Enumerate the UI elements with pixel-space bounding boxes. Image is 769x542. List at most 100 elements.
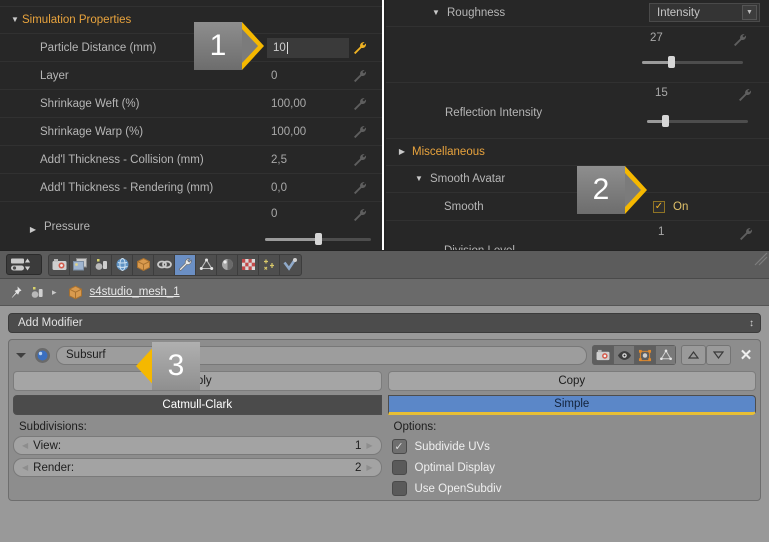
- slider-knob[interactable]: [315, 233, 322, 245]
- tab-modifiers[interactable]: [175, 254, 196, 275]
- triangle-mesh-icon: [199, 258, 213, 270]
- chevron-right-icon[interactable]: [26, 226, 40, 234]
- wrench-icon[interactable]: [352, 69, 369, 83]
- edit-mode-toggle[interactable]: [634, 345, 655, 365]
- chevron-left-icon[interactable]: ◀: [22, 463, 28, 472]
- move-modifier-up-button[interactable]: [681, 345, 706, 365]
- camera-icon: [52, 259, 66, 270]
- tab-material[interactable]: [217, 254, 238, 275]
- chevron-right-icon[interactable]: ▶: [366, 441, 372, 450]
- wrench-icon[interactable]: [737, 88, 754, 102]
- scene-icon[interactable]: [30, 285, 45, 300]
- wrench-icon[interactable]: [352, 125, 369, 139]
- simulation-properties-panel: Simulation Properties Particle Distance …: [0, 0, 384, 250]
- chevron-down-icon[interactable]: ▼: [742, 5, 757, 20]
- tab-world[interactable]: [112, 254, 133, 275]
- addl-thickness-collision-value[interactable]: 2,5: [271, 154, 287, 166]
- roughness-type-value: Intensity: [657, 6, 700, 19]
- apply-label: Apply: [182, 375, 212, 387]
- wrench-icon[interactable]: [352, 41, 369, 55]
- group-header-simulation-properties[interactable]: Simulation Properties: [0, 7, 382, 34]
- tab-physics[interactable]: [280, 255, 301, 275]
- viewport-visibility-toggle[interactable]: [613, 345, 634, 365]
- reflection-intensity-value[interactable]: 15: [655, 87, 668, 99]
- wrench-icon[interactable]: [352, 208, 369, 222]
- shrinkage-weft-value[interactable]: 100,00: [271, 98, 306, 110]
- tab-render-layers[interactable]: [70, 254, 91, 275]
- group-header-smooth-avatar[interactable]: Smooth Avatar: [386, 166, 769, 193]
- tab-particles[interactable]: [259, 254, 280, 275]
- subdivisions-view-field[interactable]: ◀ View: 1 ▶: [13, 436, 382, 455]
- layer-value[interactable]: 0: [271, 70, 277, 82]
- chevron-right-icon[interactable]: ▶: [366, 463, 372, 472]
- subdivide-uvs-checkbox[interactable]: ✓: [391, 439, 407, 454]
- optimal-display-checkbox[interactable]: [391, 460, 407, 475]
- delete-modifier-button[interactable]: ✕: [736, 345, 756, 365]
- text-caret: [286, 41, 288, 54]
- modifier-move-buttons: [681, 345, 731, 365]
- roughness-intensity-value[interactable]: 27: [650, 32, 663, 44]
- tab-constraints[interactable]: [154, 254, 175, 275]
- row-roughness: Roughness Intensity ▼: [386, 0, 769, 27]
- editor-type-selector[interactable]: [6, 254, 42, 275]
- addl-thickness-rendering-value[interactable]: 0,0: [271, 182, 287, 194]
- chevron-down-icon[interactable]: [13, 347, 29, 363]
- division-level-value[interactable]: 1: [658, 226, 664, 238]
- subdivisions-render-field[interactable]: ◀ Render: 2 ▶: [13, 458, 382, 477]
- pressure-slider[interactable]: [265, 233, 371, 245]
- option-subdivide-uvs[interactable]: ✓ Subdivide UVs: [391, 439, 757, 454]
- tab-object[interactable]: [133, 254, 154, 275]
- wrench-icon[interactable]: [732, 33, 749, 47]
- slider-fill: [642, 61, 672, 64]
- pressure-value[interactable]: 0: [271, 208, 277, 220]
- subsurf-icon: [35, 347, 50, 363]
- tab-render[interactable]: [49, 254, 70, 275]
- wrench-icon[interactable]: [738, 227, 755, 241]
- slider-knob[interactable]: [662, 115, 670, 127]
- editmode-icon: [638, 349, 652, 361]
- physics-icon: [283, 258, 297, 271]
- properties-header: [0, 251, 769, 279]
- algorithm-simple-button[interactable]: Simple: [387, 395, 756, 415]
- use-opensubdiv-checkbox[interactable]: [391, 481, 407, 496]
- group-title-smooth-avatar: Smooth Avatar: [430, 173, 506, 185]
- pin-icon[interactable]: [8, 285, 23, 300]
- label-shrinkage-warp: Shrinkage Warp (%): [40, 125, 144, 138]
- on-cage-toggle[interactable]: [655, 345, 676, 365]
- modifier-right-column: Copy Simple Options: ✓ Subdivide UVs Opt…: [387, 371, 757, 496]
- chevron-down-icon[interactable]: [429, 9, 443, 17]
- wrench-icon: [178, 258, 192, 271]
- option-use-opensubdiv[interactable]: Use OpenSubdiv: [391, 481, 757, 496]
- move-modifier-down-button[interactable]: [706, 345, 731, 365]
- editor-corner-grip[interactable]: [754, 252, 768, 266]
- slider-fill: [265, 238, 318, 241]
- wrench-icon[interactable]: [352, 153, 369, 167]
- roughness-type-dropdown[interactable]: Intensity ▼: [649, 3, 760, 22]
- slider-knob[interactable]: [668, 56, 676, 68]
- tab-object-data[interactable]: [196, 254, 217, 275]
- breadcrumb-separator: ▸: [52, 286, 57, 297]
- add-modifier-button[interactable]: Add Modifier: [8, 313, 761, 333]
- wrench-icon[interactable]: [352, 181, 369, 195]
- smooth-checkbox[interactable]: ✓: [653, 200, 665, 213]
- chevron-left-icon[interactable]: ◀: [22, 441, 28, 450]
- tab-texture[interactable]: [238, 254, 259, 275]
- tab-scene[interactable]: [91, 254, 112, 275]
- particle-distance-input[interactable]: 10: [267, 37, 349, 58]
- wrench-icon[interactable]: [352, 97, 369, 111]
- shrinkage-warp-value[interactable]: 100,00: [271, 126, 306, 138]
- camera-icon: [596, 349, 610, 361]
- modifier-header: Subsurf ✕: [13, 344, 756, 366]
- algorithm-catmull-clark-button[interactable]: Catmull-Clark: [13, 395, 382, 415]
- apply-button[interactable]: Apply: [13, 371, 382, 391]
- copy-button[interactable]: Copy: [387, 371, 756, 391]
- reflection-intensity-slider[interactable]: [647, 115, 748, 127]
- roughness-intensity-slider[interactable]: [642, 56, 743, 68]
- option-optimal-display[interactable]: Optimal Display: [391, 460, 757, 475]
- chain-icon: [156, 260, 172, 269]
- group-header-miscellaneous[interactable]: Miscellaneous: [386, 139, 769, 166]
- render-visibility-toggle[interactable]: [592, 345, 613, 365]
- modifier-name-value: Subsurf: [66, 349, 106, 361]
- breadcrumb-object-name[interactable]: s4studio_mesh_1: [90, 286, 180, 298]
- modifier-name-field[interactable]: Subsurf: [56, 345, 587, 365]
